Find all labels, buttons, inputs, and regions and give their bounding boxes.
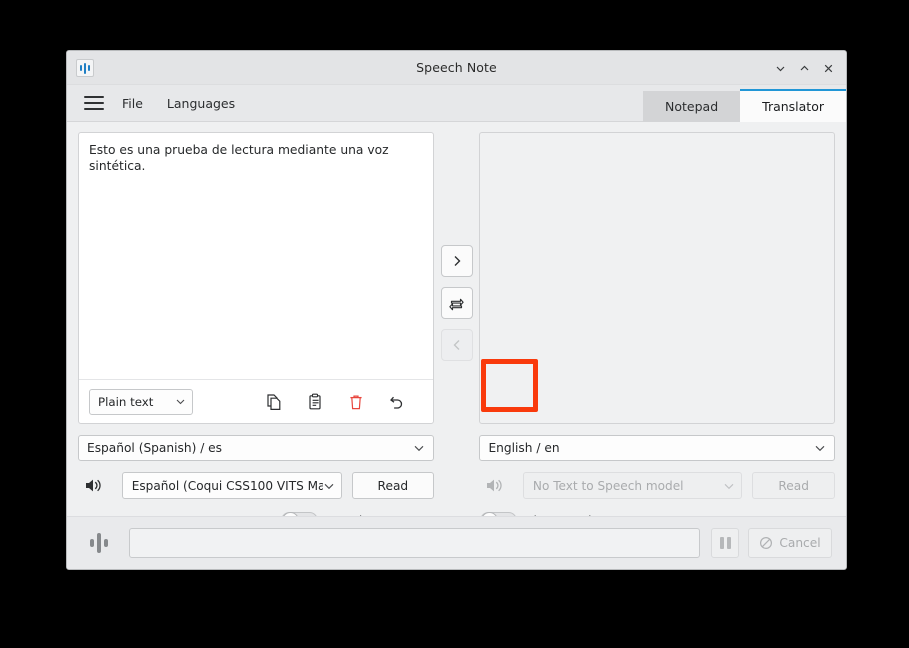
source-tts-model-select[interactable]: Español (Coqui CSS100 VITS Male [122, 472, 342, 499]
source-pane: Esto es una prueba de lectura mediante u… [78, 132, 434, 424]
audio-waveform-icon [81, 530, 117, 556]
source-text-input[interactable]: Esto es una prueba de lectura mediante u… [79, 133, 433, 379]
source-tool-icons [265, 392, 423, 411]
translate-controls [434, 132, 480, 424]
no-entry-icon [759, 536, 773, 550]
source-pane-toolbar: Plain text [79, 379, 433, 423]
waveform-app-icon [76, 59, 94, 77]
target-pane [479, 132, 835, 424]
target-language-value: English / en [488, 441, 814, 455]
maximize-icon[interactable] [792, 56, 816, 80]
menu-item-languages[interactable]: Languages [158, 92, 244, 115]
translation-panes: Esto es una prueba de lectura mediante u… [78, 132, 835, 424]
window-controls [768, 51, 840, 85]
close-icon[interactable] [816, 56, 840, 80]
target-text-output[interactable] [480, 133, 834, 423]
app-window: Speech Note File Languages Notepad Trans… [66, 50, 847, 570]
target-language-select[interactable]: English / en [479, 435, 835, 461]
copy-icon[interactable] [265, 392, 284, 411]
chevron-down-icon [175, 396, 186, 407]
swap-icon [448, 295, 465, 312]
chevron-down-icon [323, 480, 335, 492]
target-tts-model-value: No Text to Speech model [533, 479, 723, 493]
progress-bar [129, 528, 700, 558]
source-tts-model-value: Español (Coqui CSS100 VITS Male [132, 479, 323, 493]
chevron-down-icon [413, 442, 425, 454]
chevron-down-icon [814, 442, 826, 454]
tab-translator[interactable]: Translator [740, 89, 846, 122]
source-read-button[interactable]: Read [352, 472, 434, 499]
title-bar: Speech Note [67, 51, 846, 85]
tab-bar: Notepad Translator [643, 85, 846, 122]
minimize-icon[interactable] [768, 56, 792, 80]
trash-icon[interactable] [347, 392, 366, 411]
target-read-button: Read [752, 472, 835, 499]
chevron-right-icon [449, 253, 465, 269]
tab-notepad[interactable]: Notepad [643, 91, 740, 122]
source-tts-controls: Español (Coqui CSS100 VITS Male Read [78, 472, 434, 499]
target-tts-controls: No Text to Speech model Read [479, 472, 835, 499]
hamburger-menu-icon[interactable] [81, 92, 107, 114]
swap-languages-button[interactable] [441, 287, 473, 319]
menu-bar: File Languages Notepad Translator [67, 85, 846, 122]
source-language-value: Español (Spanish) / es [87, 441, 413, 455]
menu-item-file[interactable]: File [113, 92, 152, 115]
chevron-left-icon [449, 337, 465, 353]
tts-row: Español (Coqui CSS100 VITS Male Read No … [78, 472, 835, 499]
translate-forward-button[interactable] [441, 245, 473, 277]
speaker-icon [78, 476, 108, 495]
window-title: Speech Note [67, 60, 846, 75]
paste-icon[interactable] [306, 392, 325, 411]
text-format-select[interactable]: Plain text [89, 389, 193, 415]
status-bar: Cancel [67, 516, 846, 569]
cancel-button-label: Cancel [779, 536, 820, 550]
undo-icon[interactable] [388, 392, 407, 411]
speaker-icon [479, 476, 509, 495]
cancel-button: Cancel [748, 528, 832, 558]
target-tts-model-select: No Text to Speech model [523, 472, 742, 499]
text-format-value: Plain text [98, 395, 175, 409]
source-language-select[interactable]: Español (Spanish) / es [78, 435, 434, 461]
lang-row-spacer [434, 435, 480, 461]
pause-button[interactable] [711, 528, 739, 558]
language-row: Español (Spanish) / es English / en [78, 435, 835, 461]
chevron-down-icon [723, 480, 735, 492]
translator-body: Esto es una prueba de lectura mediante u… [67, 122, 846, 568]
translate-back-button [441, 329, 473, 361]
